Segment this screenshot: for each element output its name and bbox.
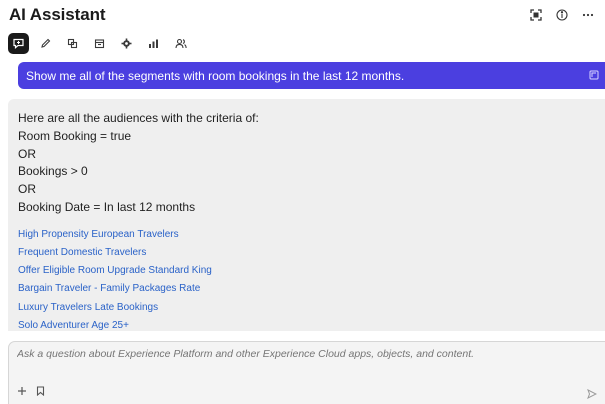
more-icon[interactable] <box>581 8 595 22</box>
info-icon[interactable] <box>555 8 569 22</box>
chat-tool[interactable] <box>8 32 29 54</box>
copy-tool[interactable] <box>62 33 83 54</box>
audience-link[interactable]: Bargain Traveler - Family Packages Rate <box>18 280 605 298</box>
audience-link-list: High Propensity European Travelers Frequ… <box>18 226 605 335</box>
header-actions <box>529 8 595 22</box>
composer-actions <box>15 384 47 398</box>
criteria-line: Booking Date = In last 12 months <box>18 199 196 214</box>
user-prompt-text: Show me all of the segments with room bo… <box>26 68 405 83</box>
response-intro: Here are all the audiences with the crit… <box>18 111 259 125</box>
panel-title: AI Assistant <box>9 5 106 24</box>
criteria-operator: OR <box>18 182 36 197</box>
criteria-line: Bookings > 0 <box>18 164 88 179</box>
gear-icon <box>121 38 132 48</box>
chart-tool[interactable] <box>143 33 164 54</box>
chat-sparkle-icon <box>13 38 24 49</box>
audience-link[interactable]: Luxury Travelers Late Bookings <box>18 299 605 317</box>
audience-link[interactable]: Offer Eligible Room Upgrade Standard Kin… <box>18 262 605 280</box>
people-icon <box>174 38 187 48</box>
assistant-response: Here are all the audiences with the crit… <box>8 99 605 331</box>
edit-tool[interactable] <box>35 33 56 54</box>
duplicate-icon <box>67 38 78 48</box>
expand-icon[interactable] <box>529 8 543 22</box>
assistant-toolbar <box>8 32 191 54</box>
calendar-tool[interactable] <box>89 33 110 54</box>
message-composer <box>8 341 605 404</box>
panel-header: AI Assistant <box>0 0 605 30</box>
audience-link[interactable]: Solo Adventurer Age 25+ <box>18 317 605 335</box>
criteria-line: Room Booking = true <box>18 128 132 143</box>
copy-prompt-icon[interactable] <box>589 69 601 81</box>
bar-chart-icon <box>149 39 158 48</box>
pencil-icon <box>41 38 51 48</box>
settings-tool[interactable] <box>116 33 137 54</box>
criteria-operator: OR <box>18 146 36 161</box>
audience-link[interactable]: Frequent Domestic Travelers <box>18 244 605 262</box>
question-input[interactable] <box>17 348 597 360</box>
send-icon[interactable] <box>587 386 599 400</box>
audience-link[interactable]: High Propensity European Travelers <box>18 226 605 244</box>
audience-tool[interactable] <box>170 33 191 54</box>
add-icon[interactable] <box>15 384 29 398</box>
user-prompt-bubble: Show me all of the segments with room bo… <box>18 62 605 89</box>
bookmark-icon[interactable] <box>33 384 47 398</box>
calendar-icon <box>94 38 105 48</box>
